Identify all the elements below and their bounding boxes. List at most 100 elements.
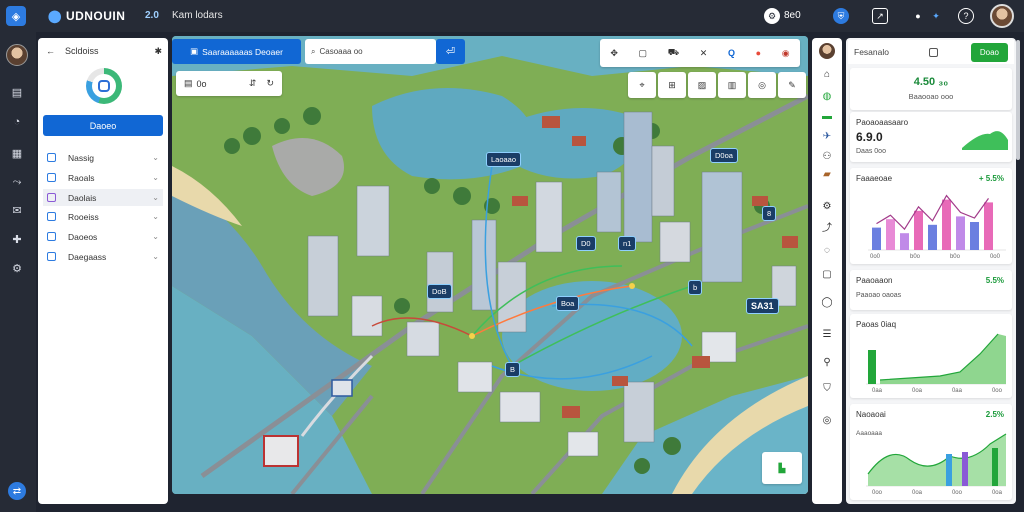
search-button[interactable]: ▣ Saaraaaaaas Deoaer [172, 39, 301, 64]
header-action-button[interactable]: Doao [970, 42, 1008, 62]
tag-icon[interactable]: ◔ [9, 114, 25, 130]
search-submit-button[interactable]: ⏎ [436, 39, 465, 64]
pin-icon[interactable]: ✱ [154, 46, 162, 57]
shield-icon[interactable]: ⛉ [819, 380, 835, 396]
settings-icon[interactable]: ⚙ [9, 260, 25, 276]
bar [872, 227, 881, 250]
header-label: Fesanalo [854, 47, 889, 57]
nav-item[interactable]: Rooeiss ⌄ [43, 208, 163, 225]
list-icon[interactable]: ☰ [819, 326, 835, 342]
header-checkbox[interactable] [928, 47, 938, 57]
pin-icon[interactable]: ✦ [928, 8, 944, 24]
area-chart [866, 333, 1006, 385]
crosshair-icon[interactable]: ✥ [610, 48, 618, 59]
map-marker-label[interactable]: D0oa [710, 148, 738, 163]
measure-icon[interactable]: ✕ [700, 48, 708, 59]
nav-item[interactable]: Raoals ⌄ [43, 169, 163, 186]
chevron-down-icon: ⌄ [152, 153, 159, 162]
bar [970, 222, 979, 250]
doc-icon[interactable]: ▢ [819, 266, 835, 282]
primary-button[interactable]: Daoeo [43, 115, 163, 136]
map-marker-label[interactable]: n1 [618, 236, 637, 251]
map-marker-label[interactable]: 8 [762, 206, 777, 221]
user-avatar[interactable] [990, 4, 1014, 28]
back-icon[interactable]: ← [46, 46, 55, 57]
right-panel-scrollbar[interactable] [1016, 40, 1020, 160]
map-view[interactable]: ▣ Saaraaaaaas Deoaer ⌕ Casoaaa oo ⏎ ▤ 0o… [172, 36, 808, 494]
home-icon[interactable]: ⌂ [819, 66, 835, 82]
sync-icon[interactable]: ⇄ [8, 482, 26, 500]
version-label: 2.0 [145, 10, 159, 21]
badge-icon[interactable]: ◍ [819, 88, 835, 104]
pointer-tool-button[interactable]: ⌖ [628, 72, 656, 98]
chat-icon[interactable]: ◯ [819, 294, 835, 310]
book-tool-button[interactable]: ▥ [718, 72, 746, 98]
map-marker-label[interactable]: D0 [576, 236, 596, 251]
nav-item-active[interactable]: Daolais ⌄ [43, 189, 163, 206]
copy-icon[interactable]: ▢ [639, 48, 648, 59]
map-tools: ✥ ▢ ⛟ ✕ Q ● ◉ [600, 39, 800, 67]
tick-label: 0oa [991, 490, 1002, 496]
bar-chart [868, 194, 1006, 251]
rail-avatar[interactable] [6, 44, 28, 66]
app-logo-icon[interactable]: ◈ [6, 6, 26, 26]
map-scene [172, 36, 808, 494]
nav-item[interactable]: Daegaass ⌄ [43, 248, 163, 265]
gear-icon[interactable]: ⚙ [764, 8, 780, 24]
kpi-card: 4.50 ₃₀ Baaooao ooo [850, 68, 1012, 110]
bar [886, 219, 895, 250]
chat-icon[interactable]: ✉ [9, 202, 25, 218]
nav-item[interactable]: Daoeos ⌄ [43, 228, 163, 245]
draw-tool-button[interactable]: ✎ [778, 72, 806, 98]
layers-icon[interactable]: ▤ [9, 84, 25, 100]
car-icon[interactable]: ⛟ [668, 47, 679, 59]
location-icon[interactable]: ⚲ [819, 354, 835, 370]
image-icon: ▨ [697, 79, 707, 90]
image-tool-button[interactable]: ▨ [688, 72, 716, 98]
eye-tool-button[interactable]: ◎ [748, 72, 776, 98]
undo-icon[interactable]: ↻ [266, 78, 274, 89]
map-marker-label[interactable]: Laoaao [486, 152, 522, 167]
map-marker-label[interactable]: SA31 [746, 298, 779, 314]
bar [956, 216, 965, 250]
tick-row: 0aa 0oa 0aa 0oo [872, 388, 1002, 394]
map-marker-label[interactable]: DoB [427, 284, 452, 299]
filter-icon[interactable]: ▤ [184, 78, 193, 89]
compass-icon[interactable]: ◎ [819, 412, 835, 428]
tick-label: 0oa [911, 388, 922, 394]
plane-icon[interactable]: ✈ [819, 128, 835, 144]
gear-icon[interactable]: ⚙ [819, 198, 835, 214]
money-icon[interactable]: ▬ [819, 108, 835, 124]
chart-icon[interactable]: ▦ [9, 145, 25, 161]
nav-item[interactable]: Nassig ⌄ [43, 149, 163, 166]
search-input[interactable]: ⌕ Casoaaa oo [305, 39, 436, 64]
record-icon[interactable]: ◉ [782, 48, 790, 59]
square-icon [47, 173, 56, 182]
profile-avatar[interactable] [819, 43, 835, 59]
help-icon[interactable]: ? [958, 8, 974, 24]
map-marker-label[interactable]: Boa [556, 296, 580, 311]
search-input-text: Casoaaa oo [319, 47, 363, 56]
tick-row: 0oo 0oa 0oo 0oa [872, 490, 1002, 496]
search-icon[interactable]: Q [728, 48, 735, 58]
pin-icon[interactable]: ◌ [819, 242, 835, 258]
route-icon[interactable]: ⤴ [819, 218, 835, 234]
shield-icon[interactable]: ⛨ [833, 8, 849, 24]
route-icon[interactable]: ⤳ [9, 174, 25, 190]
bar [914, 210, 923, 250]
nav-item-label: Rooeiss [68, 211, 99, 222]
share-icon[interactable]: ↗ [872, 8, 888, 24]
layers-tool-button[interactable]: ⊞ [658, 72, 686, 98]
minimap-button[interactable]: ▙ [762, 452, 802, 484]
puzzle-icon[interactable]: ✚ [9, 231, 25, 247]
badge-icon[interactable]: ● [756, 48, 761, 58]
notification-icon[interactable]: ● [910, 8, 926, 24]
map-marker-label[interactable]: B [505, 362, 521, 377]
map-marker-label[interactable]: b [688, 280, 703, 295]
box-icon[interactable]: ▰ [819, 166, 835, 182]
share-icon[interactable]: ⇵ [249, 78, 257, 89]
bar [942, 199, 951, 250]
nav-item-label: Daoeos [68, 231, 98, 242]
breadcrumb[interactable]: Kam lodars [172, 10, 223, 21]
people-icon[interactable]: ⚇ [819, 148, 835, 164]
